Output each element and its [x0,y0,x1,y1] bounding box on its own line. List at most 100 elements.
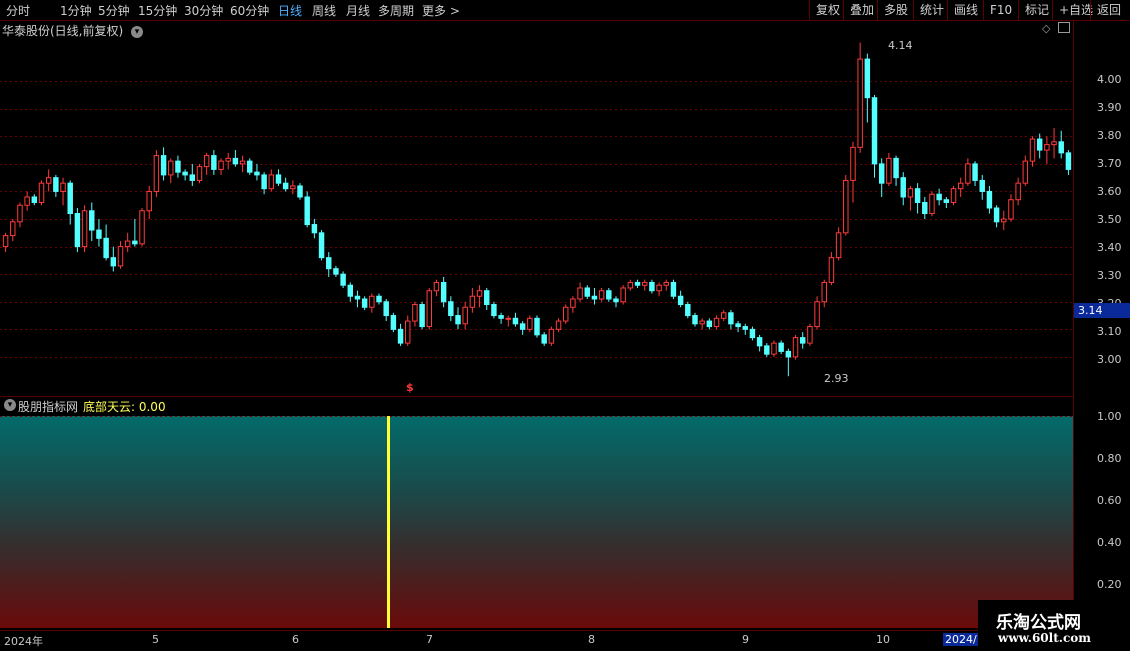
candle-body [297,185,303,198]
indicator-tick: 0.20 [1097,578,1122,591]
candle-body [397,328,404,344]
candle-body [89,210,95,231]
tab-period-1min[interactable]: 1分钟 [60,2,92,19]
candle [555,318,562,333]
tab-period-daily[interactable]: 日线 [278,2,302,19]
candle [735,321,741,333]
candle [96,219,102,247]
candle-body [957,182,964,190]
tab-period-monthly[interactable]: 月线 [346,2,370,19]
price-tick: 3.40 [1097,241,1122,254]
tab-period-5min[interactable]: 5分钟 [98,2,130,19]
candle-body [972,163,978,181]
candle [74,208,81,253]
candle-body [548,328,555,344]
candle-body [462,306,468,325]
candle [103,224,109,261]
candle [778,340,784,355]
candle-body [1022,160,1029,184]
tab-period-multi[interactable]: 多周期 [378,2,414,19]
candle-body [634,281,641,286]
candle-body [878,163,885,184]
candle-body [728,312,734,325]
tab-period-weekly[interactable]: 周线 [312,2,336,19]
candle [89,202,95,242]
candle [1036,133,1043,159]
candle-body [440,281,447,303]
multi-stock-button[interactable]: 多股 [877,0,914,20]
candle-body [706,320,713,328]
candle-body [606,290,612,300]
candle [369,293,375,313]
restore-rights-button[interactable]: 复权 [809,0,846,20]
candle-body [218,160,224,170]
candle [929,191,935,217]
mark-button[interactable]: 标记 [1018,0,1055,20]
candle-body [1029,138,1036,162]
more-periods-menu[interactable]: 更多 > [422,2,460,19]
candle-body [340,273,346,286]
f10-button[interactable]: F10 [983,0,1018,20]
candle-body [333,268,339,275]
candle [677,290,684,308]
candle-body [821,281,827,303]
candle-body [685,304,691,317]
candlestick-chart[interactable] [0,20,1073,396]
chevron-down-icon[interactable]: ▾ [4,399,16,411]
candle [527,315,533,333]
candle-body [914,188,921,203]
candle [534,315,540,338]
candle-body [512,317,519,325]
indicator-value: 底部天云: 0.00 [83,400,166,414]
candle [512,312,519,327]
candle-body [168,160,174,176]
candle [620,285,626,305]
candle-body [828,257,835,283]
candle [663,279,669,291]
indicator-tick: 1.00 [1097,410,1122,423]
statistics-button[interactable]: 统计 [913,0,950,20]
overlay-button[interactable]: 叠加 [843,0,880,20]
candle [692,312,698,327]
candle-body [807,326,813,344]
candle-body [290,185,296,190]
candle-body [146,190,152,212]
candle [60,177,66,206]
indicator-header: ▾ 股朋指标网 底部天云: 0.00 [0,396,1073,414]
candle [792,334,799,360]
candle [247,158,253,175]
tab-period-30min[interactable]: 30分钟 [184,2,223,19]
tab-period-60min[interactable]: 60分钟 [230,2,269,19]
candle [922,196,928,220]
candle-body [656,284,662,292]
date-tick: 9 [742,633,749,646]
candle-body [182,171,188,176]
candle-body [469,295,476,308]
candle [326,252,332,277]
back-button[interactable]: 返回 [1090,0,1127,20]
candle [613,296,619,308]
candle-body [347,284,354,297]
candle-body [390,315,397,330]
candle-body [81,210,88,248]
candle-body [764,345,770,355]
candle [45,169,52,192]
candle [203,152,210,175]
candle-body [907,188,914,198]
candle [462,301,468,330]
candle [649,279,655,294]
candle-body [419,304,425,328]
candle [720,310,727,322]
candle [562,304,569,324]
candle-body [771,342,777,355]
tab-period-15min[interactable]: 15分钟 [138,2,177,19]
candle [297,183,303,200]
candle-body [756,337,763,347]
candle-body [886,157,892,184]
current-price-badge: 3.14 [1074,303,1130,318]
candle [290,180,296,195]
candle-body [448,301,454,317]
draw-line-button[interactable]: 画线 [947,0,984,20]
candle-body [922,201,928,215]
tab-period-fenshi[interactable]: 分时 [6,2,30,19]
